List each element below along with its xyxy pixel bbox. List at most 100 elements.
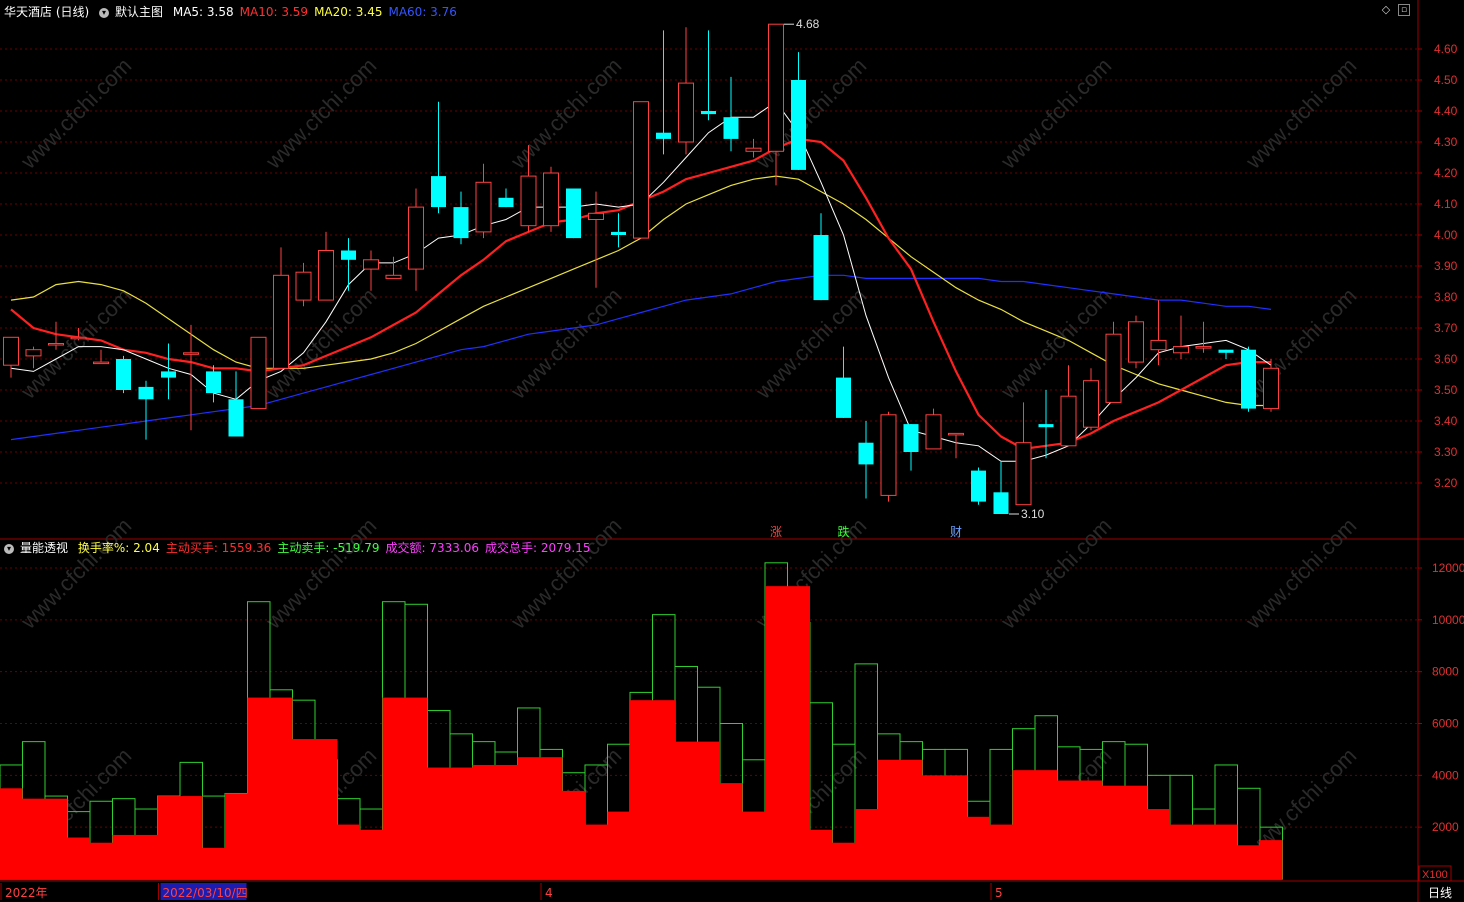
volume-red-bar [225,793,248,879]
volume-red-bar [877,759,900,879]
volume-red-bar [990,824,1013,879]
volume-red-bar [1012,770,1035,879]
volume-red-bar [1080,780,1103,879]
candle-body-up [183,352,199,355]
watermark: www.cfchi.com [505,513,626,634]
volume-red-bar [697,741,720,879]
candle-body-down [836,377,851,418]
price-tick-label: 3.50 [1434,383,1458,397]
volume-red-bar [450,767,473,879]
unit-label: X100 [1422,869,1448,881]
candle-body-up [543,172,559,227]
volume-red-bar [720,783,743,879]
volume-tick-label: 8000 [1432,665,1459,679]
volume-tick-label: 12000 [1432,561,1464,575]
volume-red-bar [810,829,833,879]
volume-red-bar [855,809,878,879]
volume-red-bar [45,798,68,879]
volume-red-bar [1102,785,1125,879]
volume-red-bar [90,842,113,879]
x-axis-label: 2022/03/10/四 [163,886,248,900]
candle-body-down [656,132,671,139]
volume-legend-item-3: 成交额: 7333.06 [385,541,479,555]
price-tick-label: 4.50 [1434,73,1458,87]
volume-red-bar [652,700,675,879]
indicator-dropdown-icon[interactable]: ▾ [4,543,14,554]
volume-tick-label: 2000 [1432,820,1459,834]
volume-tick-label: 6000 [1432,717,1459,731]
candle-body-up [318,250,334,301]
volume-red-bar [382,697,405,879]
volume-red-bar [1237,845,1260,879]
template-name[interactable]: 默认主图 [115,5,163,19]
watermark: www.cfchi.com [750,283,871,404]
candle-body-up [948,432,964,436]
price-tick-label: 4.40 [1434,104,1458,118]
volume-chart-header: ▾ 量能透视 换手率%: 2.04 主动买手: 1559.36 主动卖手: -519.… [4,538,602,558]
candle-body-up [1128,321,1144,363]
volume-red-bar [22,798,45,879]
candle-body-down [723,117,739,139]
price-tick-label: 4.20 [1434,166,1458,180]
volume-legend: 换手率%: 2.04 主动买手: 1559.36 主动卖手: -519.79 成交额:… [78,541,597,555]
watermark: www.cfchi.com [505,53,626,174]
candle-body-up [48,343,64,346]
ma-legend: MA5: 3.58 MA10: 3.59 MA20: 3.45 MA60: 3.76 [173,5,463,19]
annotation-label: 4.68 [796,17,820,31]
event-marker: 跌 [838,524,850,539]
volume-legend-item-4: 成交总手: 2079.15 [484,541,591,555]
volume-red-bar [112,834,135,879]
candle-body-up [1173,346,1189,354]
volume-red-bar [495,764,518,879]
volume-red-bar [742,811,765,879]
candle-body-down [993,492,1009,514]
volume-red-bar [1170,824,1193,879]
candle-body-down [431,176,446,208]
candle-body-up [250,336,267,410]
volume-red-bar [562,790,585,879]
volume-red-bar [270,697,293,879]
volume-red-bar [675,741,698,879]
volume-red-bar [1260,840,1283,879]
price-tick-label: 3.70 [1434,321,1458,335]
price-tick-label: 4.00 [1434,228,1458,242]
volume-legend-item-2: 主动卖手: -519.79 [277,541,380,555]
candle-body-down [341,250,356,260]
stock-chart: 3.20 3.30 3.40 3.50 3.60 3.70 3.80 3.90 4.00 4.10… [0,0,1464,902]
period-label: 日线 [1428,886,1452,900]
volume-red-bar [247,697,270,879]
volume-red-bar [945,775,968,879]
candle-body-up [1105,333,1122,403]
indicator-name[interactable]: 量能透视 [20,541,68,555]
template-dropdown-icon[interactable]: ▾ [99,7,110,18]
diamond-icon[interactable]: ◇ [1380,4,1392,16]
candle-body-down [228,399,244,437]
candle-body-up [385,274,402,279]
price-tick-label: 3.20 [1434,476,1458,490]
ma-legend-item-3: MA60: 3.76 [388,5,457,19]
volume-red-bar [157,796,180,879]
volume-red-bar [202,847,225,879]
candle-body-down [161,371,176,378]
collapse-icon[interactable]: ▫ [1398,4,1410,16]
candle-body-up [633,101,649,239]
candle-body-down [138,386,154,400]
price-tick-label: 4.30 [1434,135,1458,149]
volume-legend-item-1: 主动买手: 1559.36 [165,541,272,555]
watermark: www.cfchi.com [15,513,136,634]
candle-body-down [701,111,716,115]
volume-red-bar [67,837,90,879]
candle-body-up [588,212,604,221]
candle-body-up [3,336,19,366]
candle-body-up [1083,380,1099,428]
volume-red-bar [315,739,338,879]
stock-name[interactable]: 华天酒店 (日线) [4,5,89,19]
watermark: www.cfchi.com [995,53,1116,174]
candle-body-down [611,231,626,235]
price-tick-label: 3.80 [1434,290,1458,304]
watermark: www.cfchi.com [1240,53,1361,174]
volume-red-bar [360,829,383,879]
candle-body-down [858,442,874,465]
volume-red-bar [405,697,428,879]
volume-legend-item-0: 换手率%: 2.04 [77,541,160,555]
